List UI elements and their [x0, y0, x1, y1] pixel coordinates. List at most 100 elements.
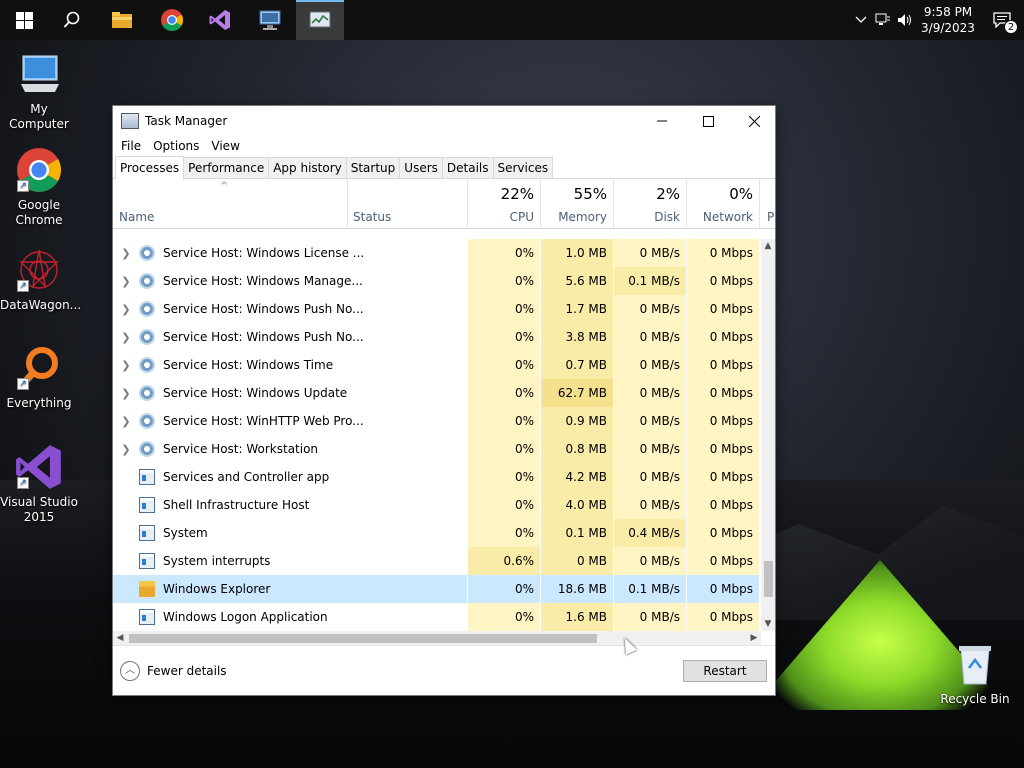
taskbar-file-explorer[interactable] [98, 0, 146, 40]
process-memory-value: 4.0 MB [540, 491, 613, 519]
app-window-icon [139, 525, 155, 541]
desktop-icon-datawagon[interactable]: ↗ DataWagon... [0, 246, 81, 313]
process-name: System interrupts [163, 554, 271, 568]
scroll-down-arrow-icon[interactable]: ▼ [761, 617, 775, 631]
menu-options[interactable]: Options [147, 139, 205, 153]
computer-network-icon [259, 10, 281, 30]
chevron-right-icon[interactable]: ❯ [113, 303, 139, 316]
fewer-details-button[interactable]: ︿ Fewer details [120, 661, 227, 681]
process-row[interactable]: Services and Controller app 0% 4.2 MB 0 MB/… [113, 463, 761, 491]
scroll-right-arrow-icon[interactable]: ▶ [747, 631, 761, 645]
tab-processes[interactable]: Processes [115, 156, 185, 179]
process-cpu-value: 0.6% [467, 547, 540, 575]
horizontal-scrollbar[interactable]: ◀ ▶ [113, 631, 761, 645]
menu-view[interactable]: View [205, 139, 245, 153]
process-cpu-value: 0% [467, 407, 540, 435]
vertical-scroll-thumb[interactable] [764, 561, 773, 597]
action-center-button[interactable]: 2 [980, 0, 1024, 40]
tab-services[interactable]: Services [492, 157, 554, 178]
process-network-value: 0 Mbps [686, 575, 759, 603]
column-header: ^ Name Status 22% CPU 55% Memory 2% Disk… [113, 179, 775, 229]
desktop-icon-everything[interactable]: ↗ Everything [0, 344, 78, 411]
chevron-right-icon[interactable]: ❯ [113, 415, 139, 428]
taskbar-network-app[interactable] [246, 0, 294, 40]
tab-app-history[interactable]: App history [268, 157, 347, 178]
column-status[interactable]: Status [347, 179, 467, 229]
chevron-right-icon[interactable]: ❯ [113, 359, 139, 372]
process-row[interactable]: ❯ Service Host: Windows License ... 0% 1.0 … [113, 239, 761, 267]
process-row[interactable]: ❯ Service Host: Windows Manage... 0% 5.6 MB… [113, 267, 761, 295]
restart-button[interactable]: Restart [683, 660, 767, 682]
taskbar-task-manager[interactable] [296, 0, 344, 40]
scroll-left-arrow-icon[interactable]: ◀ [113, 631, 127, 645]
desktop-icon-google-chrome[interactable]: ↗ Google Chrome [0, 146, 78, 228]
process-row[interactable]: System interrupts 0.6% 0 MB 0 MB/s 0 Mbps [113, 547, 761, 575]
chevron-right-icon[interactable]: ❯ [113, 443, 139, 456]
desktop-icon-visual-studio[interactable]: ↗ Visual Studio 2015 [0, 443, 78, 525]
process-disk-value: 0 MB/s [613, 463, 686, 491]
taskbar-clock[interactable]: 9:58 PM 3/9/2023 [916, 4, 980, 36]
vertical-scrollbar[interactable]: ▲ ▼ [761, 239, 775, 631]
process-cpu-value: 0% [467, 239, 540, 267]
process-list: ❯ Service Host: Windows License ... 0% 1.0 … [113, 239, 761, 631]
desktop-icon-label: My Computer [9, 102, 69, 131]
process-row[interactable]: System 0% 0.1 MB 0.4 MB/s 0 Mbps [113, 519, 761, 547]
tab-startup[interactable]: Startup [345, 157, 401, 178]
volume-tray-button[interactable] [894, 0, 916, 40]
tab-users[interactable]: Users [399, 157, 443, 178]
process-memory-value: 0 MB [540, 547, 613, 575]
process-network-value: 0 Mbps [686, 379, 759, 407]
process-cpu-value: 0% [467, 267, 540, 295]
process-row[interactable]: Windows Logon Application 0% 1.6 MB 0 MB/s 0… [113, 603, 761, 631]
network-tray-button[interactable] [872, 0, 894, 40]
column-name[interactable]: Name [113, 179, 347, 229]
process-row[interactable]: Shell Infrastructure Host 0% 4.0 MB 0 MB/s 0… [113, 491, 761, 519]
fewer-details-label: Fewer details [147, 664, 227, 678]
desktop-icon-recycle-bin[interactable]: Recycle Bin [936, 640, 1014, 707]
column-power[interactable]: P [759, 179, 775, 229]
app-window-icon [139, 609, 155, 625]
chevron-right-icon[interactable]: ❯ [113, 275, 139, 288]
column-cpu[interactable]: 22% CPU [467, 179, 540, 229]
process-network-value: 0 Mbps [686, 323, 759, 351]
magnifier-icon: ↗ [15, 344, 63, 392]
desktop-icon-my-computer[interactable]: My Computer [0, 50, 78, 132]
process-name: Service Host: Windows License ... [163, 246, 365, 260]
chevron-right-icon[interactable]: ❯ [113, 387, 139, 400]
chevron-right-icon[interactable]: ❯ [113, 331, 139, 344]
process-row[interactable]: ❯ Service Host: Windows Push No... 0% 1.7 M… [113, 295, 761, 323]
minimize-button[interactable] [639, 106, 685, 136]
process-row[interactable]: ❯ Service Host: Windows Update 0% 62.7 MB 0 … [113, 379, 761, 407]
search-button[interactable] [48, 0, 96, 40]
tab-performance[interactable]: Performance [183, 157, 270, 178]
process-disk-value: 0 MB/s [613, 239, 686, 267]
show-hidden-icons-button[interactable] [850, 0, 872, 40]
tab-details[interactable]: Details [441, 157, 494, 178]
process-disk-value: 0 MB/s [613, 407, 686, 435]
process-row[interactable]: Windows Explorer 0% 18.6 MB 0.1 MB/s 0 Mbps [113, 575, 761, 603]
process-status-cell [347, 463, 467, 491]
menu-file[interactable]: File [115, 139, 147, 153]
process-memory-value: 18.6 MB [540, 575, 613, 603]
process-network-value: 0 Mbps [686, 463, 759, 491]
title-bar[interactable]: Task Manager [113, 106, 775, 136]
system-tray: 9:58 PM 3/9/2023 2 [850, 0, 1024, 40]
gear-icon [139, 385, 155, 401]
close-button[interactable] [731, 106, 777, 136]
horizontal-scroll-thumb[interactable] [129, 634, 597, 643]
column-memory[interactable]: 55% Memory [540, 179, 613, 229]
taskbar-visual-studio[interactable] [196, 0, 244, 40]
column-network[interactable]: 0% Network [686, 179, 759, 229]
process-disk-value: 0.1 MB/s [613, 575, 686, 603]
process-memory-value: 5.6 MB [540, 267, 613, 295]
column-disk[interactable]: 2% Disk [613, 179, 686, 229]
maximize-button[interactable] [685, 106, 731, 136]
process-row[interactable]: ❯ Service Host: Windows Push No... 0% 3.8 M… [113, 323, 761, 351]
start-button[interactable] [0, 0, 48, 40]
process-row[interactable]: ❯ Service Host: WinHTTP Web Pro... 0% 0.9 M… [113, 407, 761, 435]
chevron-right-icon[interactable]: ❯ [113, 247, 139, 260]
process-row[interactable]: ❯ Service Host: Workstation 0% 0.8 MB 0 MB/s… [113, 435, 761, 463]
taskbar-chrome[interactable] [148, 0, 196, 40]
scroll-up-arrow-icon[interactable]: ▲ [761, 239, 775, 253]
process-row[interactable]: ❯ Service Host: Windows Time 0% 0.7 MB 0 MB/… [113, 351, 761, 379]
